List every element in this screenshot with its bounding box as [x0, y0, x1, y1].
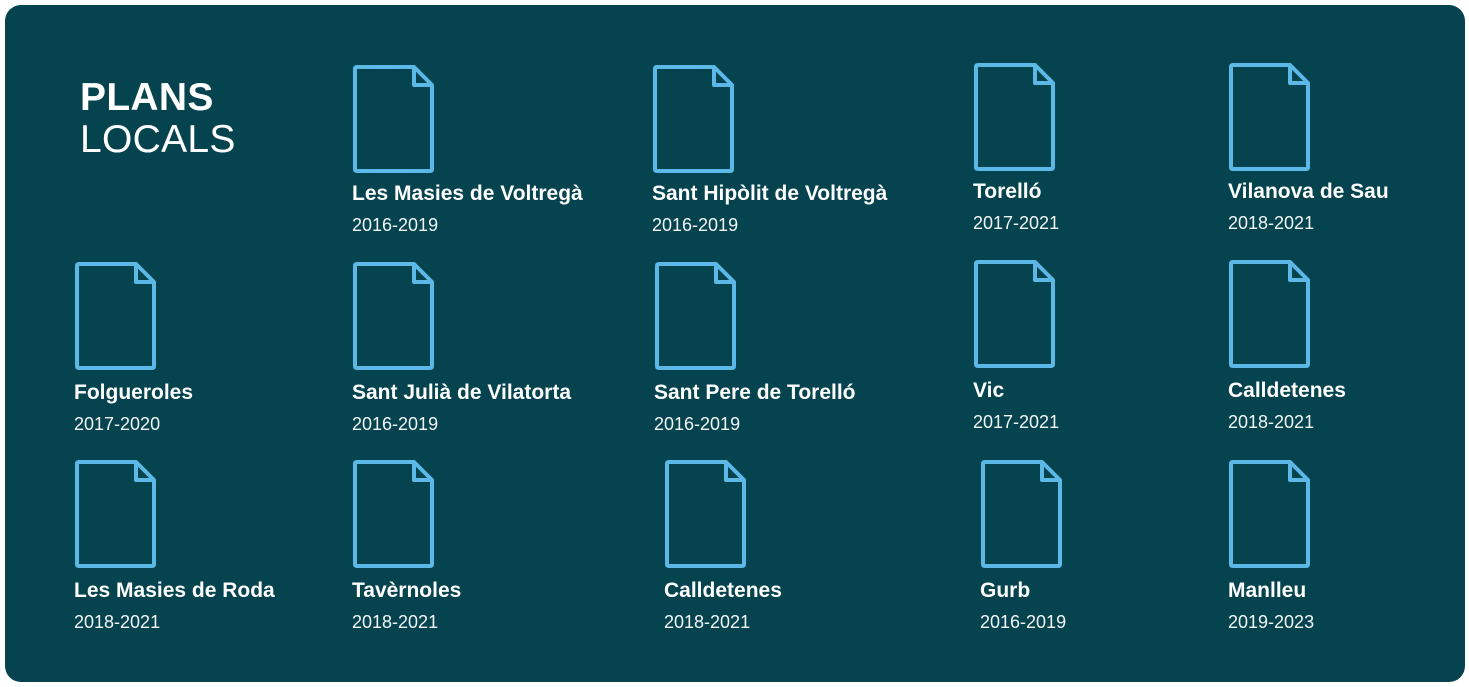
document-icon	[1229, 460, 1310, 568]
plan-name: Manlleu	[1228, 579, 1307, 602]
document-icon	[974, 63, 1055, 171]
plan-years: 2017-2020	[74, 414, 161, 434]
plan-years: 2016-2019	[652, 215, 739, 235]
plan-name: Les Masies de Roda	[74, 579, 275, 602]
plan-years: 2016-2019	[980, 612, 1067, 632]
plan-years: 2018-2021	[664, 612, 751, 632]
plan-years: 2016-2019	[352, 414, 439, 434]
document-icon	[653, 65, 734, 173]
plan-name: Gurb	[980, 579, 1031, 602]
plan-name: Vic	[973, 379, 1005, 402]
document-icon	[974, 260, 1055, 368]
plan-name: Calldetenes	[1228, 379, 1346, 402]
plan-years: 2018-2021	[74, 612, 161, 632]
plan-years: 2018-2021	[1228, 412, 1315, 432]
plan-item[interactable]: Torelló 2017-2021	[973, 63, 1059, 232]
plan-item[interactable]: Gurb 2016-2019	[980, 460, 1066, 631]
plan-years: 2016-2019	[352, 215, 439, 235]
plan-item[interactable]: Tavèrnoles 2018-2021	[352, 460, 461, 631]
plan-name: Calldetenes	[664, 579, 782, 602]
plan-item[interactable]: Folgueroles 2017-2020	[74, 262, 193, 433]
plan-item[interactable]: Manlleu 2019-2023	[1228, 460, 1314, 631]
document-icon	[353, 262, 434, 370]
document-icon	[75, 262, 156, 370]
plan-name: Sant Pere de Torelló	[654, 381, 856, 404]
document-icon	[655, 262, 736, 370]
plan-years: 2017-2021	[973, 213, 1060, 233]
plan-item[interactable]: Les Masies de Roda 2018-2021	[74, 460, 275, 631]
plan-name: Sant Hipòlit de Voltregà	[652, 182, 888, 205]
plan-years: 2017-2021	[973, 412, 1060, 432]
plan-item[interactable]: Sant Pere de Torelló 2016-2019	[654, 262, 856, 433]
plan-name: Torelló	[973, 180, 1042, 203]
document-icon	[1229, 63, 1310, 171]
document-icon	[1229, 260, 1310, 368]
plan-item[interactable]: Sant Julià de Vilatorta 2016-2019	[352, 262, 571, 433]
plan-years: 2018-2021	[1228, 213, 1315, 233]
plan-name: Tavèrnoles	[352, 579, 462, 602]
plan-years: 2016-2019	[654, 414, 741, 434]
plan-name: Folgueroles	[74, 381, 194, 404]
plan-item[interactable]: Sant Hipòlit de Voltregà 2016-2019	[652, 65, 887, 234]
title-line-locals: LOCALS	[80, 118, 236, 161]
title-line-plans: PLANS	[80, 76, 214, 119]
plan-name: Sant Julià de Vilatorta	[352, 381, 572, 404]
plan-years: 2018-2021	[352, 612, 439, 632]
document-icon	[981, 460, 1062, 568]
document-icon	[353, 460, 434, 568]
plan-item[interactable]: Les Masies de Voltregà 2016-2019	[352, 65, 583, 234]
document-icon	[353, 65, 434, 173]
page-title: PLANS LOCALS	[80, 78, 236, 159]
plan-item[interactable]: Calldetenes 2018-2021	[1228, 260, 1346, 431]
document-icon	[75, 460, 156, 568]
plan-item[interactable]: Vic 2017-2021	[973, 260, 1059, 431]
plan-item[interactable]: Calldetenes 2018-2021	[664, 460, 782, 631]
plan-years: 2019-2023	[1228, 612, 1315, 632]
plan-item[interactable]: Vilanova de Sau 2018-2021	[1228, 63, 1389, 232]
plan-name: Vilanova de Sau	[1228, 180, 1389, 203]
document-icon	[665, 460, 746, 568]
plan-name: Les Masies de Voltregà	[352, 182, 583, 205]
